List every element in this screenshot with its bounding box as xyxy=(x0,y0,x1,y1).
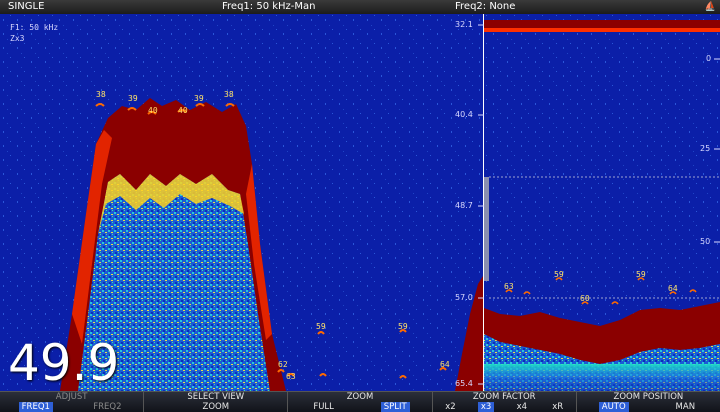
option-man[interactable]: MAN xyxy=(673,402,699,412)
option-xr[interactable]: xR xyxy=(549,402,566,412)
view-mode-label: SINGLE xyxy=(8,1,45,12)
fish-label: 40 xyxy=(178,106,188,115)
fish-label: 64 xyxy=(440,360,450,369)
depth-tick-4: 65.4 xyxy=(455,379,473,388)
title-bar: SINGLE Freq1: 50 kHz-Man Freq2: None ⛵ xyxy=(0,0,720,14)
fish-label: 62 xyxy=(278,360,288,369)
softkey-adjust-title: ADJUST xyxy=(55,392,88,402)
zoom-tick-0: 0 xyxy=(706,54,712,63)
option-zoom-view[interactable]: ZOOM xyxy=(200,402,233,412)
zoom-top-surface-band xyxy=(484,28,720,32)
softkey-zoom-factor-title: ZOOM FACTOR xyxy=(472,392,536,402)
depth-tick-1: 40.4 xyxy=(455,110,473,119)
fish-label: 38 xyxy=(96,90,106,99)
option-auto[interactable]: AUTO xyxy=(598,402,629,412)
softkey-zoom[interactable]: ZOOM FULL SPLIT xyxy=(288,392,433,412)
zoom-range-bar[interactable] xyxy=(484,177,489,281)
option-x3[interactable]: x3 xyxy=(477,402,495,412)
option-freq2[interactable]: FREQ2 xyxy=(90,402,124,412)
option-full[interactable]: FULL xyxy=(310,402,337,412)
fish-label: 63 xyxy=(286,372,296,381)
option-split[interactable]: SPLIT xyxy=(380,402,410,412)
depth-tick-0: 32.1 xyxy=(455,20,473,29)
zoom-label: Zx3 xyxy=(10,34,25,43)
fish-label: 59 xyxy=(554,270,564,279)
softkey-adjust[interactable]: ADJUST FREQ1 FREQ2 xyxy=(0,392,145,412)
fish-label: 64 xyxy=(668,284,678,293)
freq2-label: Freq2: None xyxy=(455,1,516,12)
fish-label: 59 xyxy=(398,322,408,331)
softkey-select-view-title: SELECT VIEW xyxy=(187,392,245,402)
zoom-tick-2: 50 xyxy=(700,237,711,246)
fish-label: 40 xyxy=(148,106,158,115)
fish-label: 60 xyxy=(580,294,590,303)
softkey-bar: ADJUST FREQ1 FREQ2 SELECT VIEW ZOOM ZOOM… xyxy=(0,391,720,412)
depth-tick-2: 48.7 xyxy=(455,201,473,210)
fish-label: 39 xyxy=(128,94,138,103)
option-x4[interactable]: x4 xyxy=(514,402,530,412)
fish-label: 59 xyxy=(636,270,646,279)
softkey-zoom-title: ZOOM xyxy=(346,392,374,402)
softkey-zoom-factor[interactable]: ZOOM FACTOR x2 x3 x4 xR xyxy=(433,392,577,412)
zoom-tick-1: 25 xyxy=(700,144,711,153)
softkey-zoom-position[interactable]: ZOOM POSITION AUTO MAN xyxy=(577,392,720,412)
fish-label: 63 xyxy=(504,282,514,291)
current-depth-readout: 49.9 xyxy=(8,334,120,391)
zoom-bottom-fade xyxy=(484,364,720,391)
option-freq1[interactable]: FREQ1 xyxy=(18,402,53,412)
freq1-label: Freq1: 50 kHz-Man xyxy=(222,1,316,12)
fish-label: 59 xyxy=(316,322,326,331)
softkey-select-view[interactable]: SELECT VIEW ZOOM xyxy=(144,392,289,412)
fish-label: 39 xyxy=(194,94,204,103)
depth-tick-3: 57.0 xyxy=(455,293,473,302)
sonar-display[interactable]: F1: 50 kHz Zx3 32.1 40.4 48.7 57.0 65.4 … xyxy=(0,14,720,391)
option-x2[interactable]: x2 xyxy=(442,402,458,412)
softkey-zoom-position-title: ZOOM POSITION xyxy=(613,392,684,402)
boat-icon: ⛵ xyxy=(704,2,716,12)
freq-label: F1: 50 kHz xyxy=(10,23,59,32)
fish-label: 38 xyxy=(224,90,234,99)
